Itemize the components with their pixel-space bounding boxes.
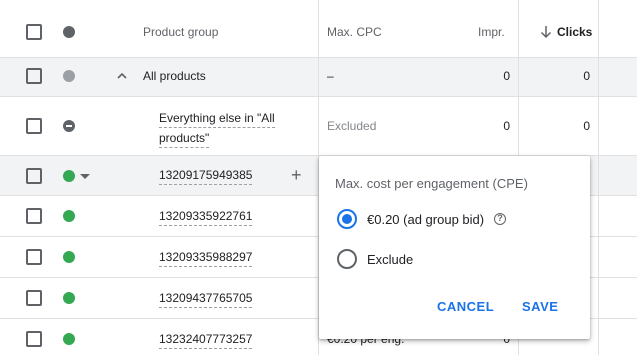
excluded-status-icon <box>63 120 75 132</box>
product-group-name-line2: products" <box>159 131 210 148</box>
status-dot-icon <box>63 210 75 222</box>
help-icon[interactable]: ? <box>494 213 506 225</box>
max-cpc-value: Excluded <box>327 119 377 133</box>
column-header-max-cpc[interactable]: Max. CPC <box>327 25 382 39</box>
max-cpe-editor-popup: Max. cost per engagement (CPE) €0.20 (ad… <box>319 156 590 339</box>
status-dot-icon <box>63 170 75 182</box>
status-dropdown-icon[interactable] <box>80 174 90 179</box>
column-header-product-group[interactable]: Product group <box>143 25 218 39</box>
status-header-icon <box>63 26 75 38</box>
product-group-name[interactable]: 13232407773257 <box>159 332 253 349</box>
clicks-value: 0 <box>583 119 590 133</box>
product-group-name[interactable]: 13209335922761 <box>159 209 253 226</box>
popup-title: Max. cost per engagement (CPE) <box>335 176 528 191</box>
radio-ad-group-bid[interactable] <box>337 209 357 229</box>
impr-value: 0 <box>503 69 510 83</box>
row-checkbox[interactable] <box>26 68 42 84</box>
product-group-name[interactable]: 13209175949385 <box>159 168 253 185</box>
radio-ad-group-bid-label[interactable]: €0.20 (ad group bid) <box>367 212 484 227</box>
product-group-name[interactable]: All products <box>143 69 206 83</box>
product-group-name[interactable]: 13209335988297 <box>159 250 253 267</box>
arrow-down-icon[interactable] <box>540 25 552 39</box>
status-dot-icon <box>63 251 75 263</box>
status-dot-icon <box>63 333 75 345</box>
select-all-checkbox[interactable] <box>26 24 42 40</box>
row-checkbox[interactable] <box>26 208 42 224</box>
column-header-impr[interactable]: Impr. <box>478 25 505 39</box>
radio-exclude[interactable] <box>337 249 357 269</box>
product-group-name-line1: Everything else in "All <box>159 111 275 128</box>
max-cpc-value: – <box>327 69 334 83</box>
row-checkbox[interactable] <box>26 249 42 265</box>
column-divider <box>598 0 599 355</box>
row-checkbox[interactable] <box>26 331 42 347</box>
add-subdivision-icon[interactable]: + <box>291 166 302 184</box>
status-dot-icon <box>63 70 75 82</box>
clicks-value: 0 <box>583 69 590 83</box>
column-header-clicks[interactable]: Clicks <box>557 25 592 39</box>
product-group-name[interactable]: Everything else in "All products" <box>159 108 275 148</box>
collapse-chevron-icon[interactable] <box>117 71 127 81</box>
product-group-name[interactable]: 13209437765705 <box>159 291 253 308</box>
row-checkbox[interactable] <box>26 290 42 306</box>
cancel-button[interactable]: CANCEL <box>437 299 494 314</box>
row-checkbox[interactable] <box>26 118 42 134</box>
impr-value: 0 <box>503 119 510 133</box>
status-dot-icon <box>63 292 75 304</box>
save-button[interactable]: SAVE <box>522 299 558 314</box>
row-checkbox[interactable] <box>26 168 42 184</box>
radio-exclude-label[interactable]: Exclude <box>367 252 413 267</box>
